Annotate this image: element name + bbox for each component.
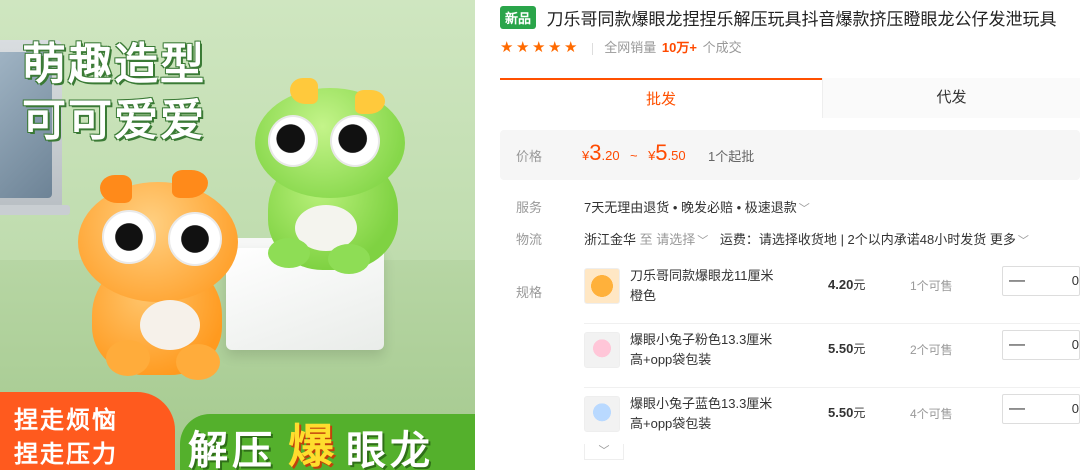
product-info-panel: 新品 刀乐哥同款爆眼龙捏捏乐解压玩具抖音爆款挤压瞪眼龙公仔发泄玩具 ★ ★ ★ ★ ★ … [500,0,1080,470]
green-dragon-foot-right [328,244,370,274]
spec-price-value: 5.50 [828,405,854,420]
star-icon: ★ [516,39,530,56]
price-low-int: 3 [589,140,602,165]
spec-price-unit: 元 [853,342,866,356]
spec-name: 刀乐哥同款爆眼龙11厘米橙色 [630,268,774,303]
spec-thumbnail[interactable] [584,396,620,432]
spec-stock: 2个可售 [910,343,953,357]
spec-name: 爆眼小兔子蓝色13.3厘米高+opp袋包装 [630,396,773,431]
banner-right-text-b: 爆 [288,420,338,470]
price-low-dec: .20 [601,148,620,163]
orange-dragon-eye-left [102,210,156,264]
banner-left-line-1: 捏走烦恼 [14,407,118,434]
spec-price: 5.50元 [828,404,865,421]
product-title: 刀乐哥同款爆眼龙捏捏乐解压玩具抖音爆款挤压瞪眼龙公仔发泄玩具 [546,10,1057,29]
tab-wholesale[interactable]: 批发 [500,78,822,118]
price-high-int: 5 [655,140,668,165]
sales-suffix: 个成交 [702,40,742,55]
green-dragon-foot-left [268,238,310,268]
spec-price-value: 4.20 [828,277,854,292]
chevron-down-icon[interactable]: ﹀ [697,235,708,247]
orange-dragon-horn-left [100,175,132,203]
rating-row: ★ ★ ★ ★ ★ 全网销量 10万+ 个成交 [500,37,742,56]
expand-specs-button[interactable]: ﹀ [584,444,624,460]
sales-value: 10万+ [661,40,697,55]
star-icon: ★ [500,39,514,56]
product-main-image[interactable]: 萌趣造型 可可爱爱 捏走烦恼 捏走压力 解压 爆 眼龙 [0,0,475,470]
laptop-base [0,205,70,215]
banner-left-line-2: 捏走压力 [14,441,118,468]
tab-dropship[interactable]: 代发 [822,78,1080,118]
logistics-origin: 浙江金华 [584,232,637,247]
spec-price-unit: 元 [853,278,866,292]
star-icon: ★ [532,39,546,56]
purchase-tabs: 批发 代发 [500,78,1080,118]
quantity-input[interactable]: 0 [1039,395,1079,423]
orange-dragon-foot-left [106,340,150,376]
banner-right-text-c: 眼龙 [346,429,434,470]
title-row: 新品 刀乐哥同款爆眼龙捏捏乐解压玩具抖音爆款挤压瞪眼龙公仔发泄玩具 [500,5,1057,29]
service-text: 7天无理由退货 • 晚发必赔 • 极速退款 [584,200,797,215]
quantity-stepper: — 0 [1002,394,1080,424]
star-icon: ★ [548,39,562,56]
spec-stock: 4个可售 [910,407,953,421]
price-label: 价格 [516,149,543,164]
quantity-input[interactable]: 0 [1039,267,1079,295]
spec-label: 规格 [516,285,543,300]
green-dragon-eye-right [330,115,380,167]
quantity-stepper: — 0 [1002,266,1080,296]
orange-dragon-belly [140,300,200,350]
service-value[interactable]: 7天无理由退货 • 晚发必赔 • 极速退款 ﹀ [584,197,810,216]
green-dragon-eye-left [268,115,318,167]
sales-label: 全网销量 [604,40,657,55]
decrease-button[interactable]: — [1003,267,1031,295]
logistics-label: 物流 [516,232,543,247]
spec-price-unit: 元 [853,406,866,420]
slogan-line-1: 萌趣造型 [22,40,206,89]
quantity-stepper: — 0 [1002,330,1080,360]
slogan-line-2: 可可爱爱 [22,96,206,145]
new-badge: 新品 [500,6,537,29]
star-icon: ★ [564,39,578,56]
green-dragon-horn-left [290,78,318,104]
freight-text: 运费：请选择收货地 [719,232,837,247]
spec-row: 刀乐哥同款爆眼龙11厘米橙色 4.20元 1个可售 — 0 [584,260,1080,324]
price-box: 价格 ¥3.20 ~ ¥5.50 1个起批 [500,130,1080,180]
logistics-to: 至 [639,232,653,247]
banner-right-text-a: 解压 [188,429,276,470]
chevron-down-icon[interactable]: ﹀ [1018,235,1029,247]
more-link[interactable]: 更多 [990,232,1016,247]
min-order: 1个起批 [708,149,755,164]
orange-dragon-eye-right [168,212,222,266]
spec-price: 5.50元 [828,340,865,357]
spec-row: 爆眼小兔子蓝色13.3厘米高+opp袋包装 5.50元 4个可售 — 0 [584,388,1080,452]
price-range: ¥3.20 ~ ¥5.50 [582,140,686,166]
spec-thumbnail[interactable] [584,332,620,368]
spec-thumbnail[interactable] [584,268,620,304]
price-tilde: ~ [630,148,638,163]
shipping-promise: | 2个以内承诺48小时发货 [840,232,987,247]
spec-name: 爆眼小兔子粉色13.3厘米高+opp袋包装 [630,332,773,367]
spec-row: 爆眼小兔子粉色13.3厘米高+opp袋包装 5.50元 2个可售 — 0 [584,324,1080,388]
service-label: 服务 [516,200,543,215]
destination-select[interactable]: 请选择 [656,232,695,247]
price-high-dec: .50 [667,148,686,163]
decrease-button[interactable]: — [1003,331,1031,359]
decrease-button[interactable]: — [1003,395,1031,423]
spec-price: 4.20元 [828,276,865,293]
chevron-down-icon: ﹀ [798,203,810,215]
orange-dragon-foot-right [176,344,220,380]
logistics-value: 浙江金华 至 请选择 ﹀ 运费：请选择收货地 | 2个以内承诺48小时发货 更多 ﹀ [584,229,1029,248]
spec-stock: 1个可售 [910,279,953,293]
spec-price-value: 5.50 [828,341,854,356]
chevron-down-icon: ﹀ [598,445,610,457]
quantity-input[interactable]: 0 [1039,331,1079,359]
divider [591,42,593,55]
